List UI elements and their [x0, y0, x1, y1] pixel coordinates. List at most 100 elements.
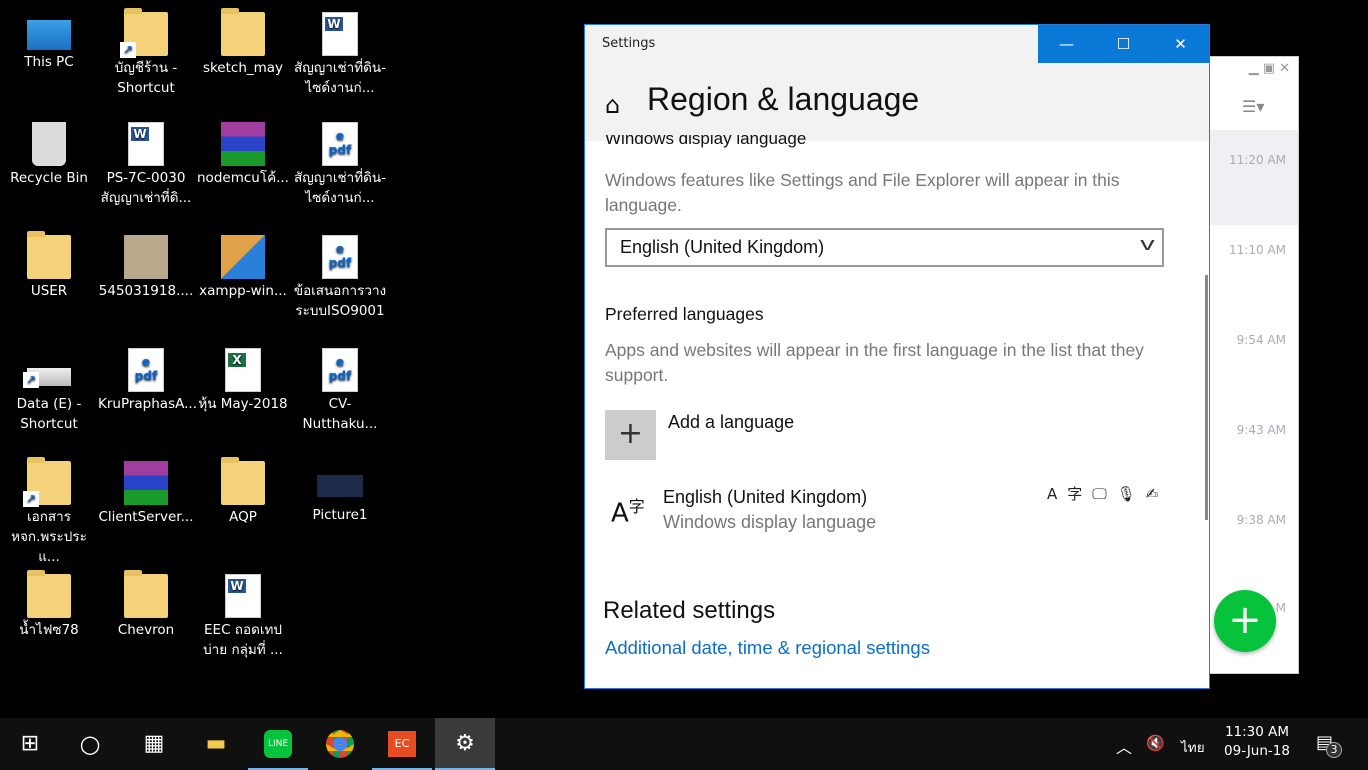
line-icon[interactable]: LINE — [248, 718, 308, 770]
start-button[interactable]: ⊞ — [0, 718, 60, 770]
language-name: English (United Kingdom) — [663, 487, 868, 507]
display-language-dropdown[interactable]: English (United Kingdom) v — [605, 228, 1164, 267]
display-language-heading: Windows display language — [605, 135, 807, 148]
scrollbar[interactable] — [1205, 275, 1208, 520]
volume-muted-icon[interactable]: 🔇 — [1146, 734, 1165, 752]
desktop-icon-label: Picture1 — [312, 507, 368, 523]
settings-taskbar-icon[interactable]: ⚙ — [435, 718, 495, 770]
additional-settings-link[interactable]: Additional date, time & regional setting… — [605, 637, 930, 659]
line-window-controls[interactable]: ▁ ▣ ✕ — [1249, 61, 1290, 76]
pdf-icon: e pdf — [322, 235, 358, 279]
desktop-icon[interactable]: Chevron — [98, 570, 194, 640]
desktop-icon[interactable]: ↗ บัญชีร้าน - Shortcut — [98, 8, 194, 98]
window-title: Settings — [602, 36, 656, 51]
preferred-languages-desc: Apps and websites will appear in the fir… — [605, 340, 1144, 385]
folder-shortcut-icon: ↗ — [23, 457, 71, 507]
desktop-icon[interactable]: e pdf CV-Nutthaku... — [292, 348, 388, 434]
chat-time: 9:54 AM — [1236, 333, 1286, 347]
dropdown-value: English (United Kingdom) — [620, 237, 825, 257]
desktop-icon[interactable]: 545031918.... — [98, 235, 194, 301]
line-app-window[interactable]: ▁ ▣ ✕ ☰▾ 11:20 AM 11:10 AM 9:54 AM 9:43 … — [1209, 56, 1299, 674]
desktop-icon-label: USER — [30, 283, 68, 299]
maximize-button[interactable]: ☐ — [1095, 25, 1152, 63]
chat-time: 11:10 AM — [1229, 243, 1286, 257]
word-icon: W — [225, 574, 261, 618]
desktop-icon[interactable]: ClientServer... — [98, 461, 194, 527]
close-button[interactable]: ✕ — [1152, 25, 1209, 63]
desktop-icon-label: EEC ถอดเทปบ่าย กลุ่มที่ ... — [203, 622, 283, 658]
folder-shortcut-icon: ↗ — [120, 8, 168, 58]
desktop-icon[interactable]: ↗ Data (E) - Shortcut — [1, 348, 97, 434]
show-hidden-icons[interactable]: ︿ — [1116, 734, 1132, 758]
language-pack-icon: A字 — [1047, 485, 1093, 503]
file-explorer-icon[interactable]: ▬ — [186, 718, 246, 770]
chrome-icon[interactable] — [310, 718, 370, 770]
settings-window: Settings — ☐ ✕ ⌂ Region & language Windo… — [584, 24, 1210, 689]
chat-time: 9:38 AM — [1236, 513, 1286, 527]
bin-icon — [32, 122, 66, 166]
taskbar: ⊞ ○ ▦ ▬ LINE EC ⚙ ︿ 🔇 ไทย 11:30 AM 09-Jun… — [0, 718, 1368, 770]
chat-time: 9:43 AM — [1236, 423, 1286, 437]
desktop-icon[interactable]: xampp-win... — [195, 235, 291, 301]
desktop-icon-label: หุ้น May-2018 — [198, 396, 288, 412]
folder-icon — [221, 8, 265, 56]
desktop-icon[interactable]: W สัญญาเช่าที่ดิน-ไซด์งานก่... — [292, 12, 388, 98]
pdf-icon: e pdf — [322, 348, 358, 392]
desktop-icon[interactable]: X หุ้น May-2018 — [195, 348, 291, 414]
cortana-button[interactable]: ○ — [60, 718, 120, 770]
folder-icon — [27, 570, 71, 618]
desktop-icon[interactable]: nodemcuโค้... — [195, 122, 291, 188]
desktop-icon-label: ข้อเสนอการวางระบบISO9001 — [293, 283, 387, 319]
display-icon: 🖵 — [1092, 485, 1117, 503]
chat-time: M — [1275, 601, 1286, 615]
desktop-icon-label: KruPraphasA... — [98, 396, 197, 412]
desktop-icon[interactable]: ↗ เอกสาร หจก.พระประแ... — [1, 457, 97, 567]
minimize-button[interactable]: — — [1038, 25, 1095, 63]
desktop-icon[interactable]: This PC — [1, 12, 97, 72]
calculator-icon[interactable]: ▦ — [124, 718, 184, 770]
pc-icon — [27, 20, 71, 50]
desktop-icon-label: nodemcuโค้... — [197, 170, 289, 186]
input-language[interactable]: ไทย — [1181, 736, 1205, 758]
desktop-icon[interactable]: Picture1 — [292, 461, 388, 525]
add-chat-button[interactable]: + — [1214, 590, 1276, 652]
chevron-down-icon: v — [1140, 234, 1155, 254]
desktop-icon[interactable]: น้ำไฟซ78 — [1, 570, 97, 640]
desktop-icon[interactable]: W EEC ถอดเทปบ่าย กลุ่มที่ ... — [195, 574, 291, 660]
desktop-icon-label: เอกสาร หจก.พระประแ... — [11, 509, 87, 565]
desktop-icon-label: สัญญาเช่าที่ดิน-ไซด์งานก่... — [294, 170, 386, 206]
desktop-icon-label: CV-Nutthaku... — [302, 396, 378, 432]
home-icon[interactable]: ⌂ — [605, 91, 620, 119]
desktop-icon[interactable]: sketch_may — [195, 8, 291, 78]
excel-icon: X — [225, 348, 261, 392]
desktop-icon[interactable]: USER — [1, 231, 97, 301]
desktop-icon[interactable]: e pdf KruPraphasA... — [98, 348, 197, 414]
desktop-icon-label: บัญชีร้าน - Shortcut — [114, 60, 178, 96]
rar-icon — [124, 461, 168, 505]
pdf-icon: e pdf — [322, 122, 358, 166]
app-icon[interactable]: EC — [372, 718, 432, 770]
language-icon: A字 — [611, 497, 645, 529]
add-language-button[interactable]: + — [605, 410, 656, 460]
desktop-icon[interactable]: W PS-7C-0030 สัญญาเช่าที่ดิ... — [98, 122, 194, 208]
desktop-icon[interactable]: Recycle Bin — [1, 122, 97, 188]
picture-icon — [317, 475, 363, 497]
related-settings-heading: Related settings — [603, 597, 776, 624]
add-language-label[interactable]: Add a language — [668, 412, 794, 433]
desktop-icon[interactable]: e pdf ข้อเสนอการวางระบบISO9001 — [292, 235, 388, 321]
folder-icon — [124, 570, 168, 618]
desktop-icon-label: น้ำไฟซ78 — [19, 622, 79, 638]
desktop-icon-label: Chevron — [117, 622, 175, 638]
menu-icon[interactable]: ☰▾ — [1242, 97, 1264, 116]
desktop-icon[interactable]: AQP — [195, 457, 291, 527]
desktop-icon-label: สัญญาเช่าที่ดิน-ไซด์งานก่... — [294, 60, 386, 96]
desktop-icon-label: AQP — [229, 509, 257, 525]
clock[interactable]: 11:30 AM 09-Jun-18 — [1222, 724, 1292, 759]
action-center-icon[interactable]: ▤ 3 — [1316, 732, 1342, 758]
handwriting-icon: ✍ — [1145, 485, 1169, 503]
notification-badge: 3 — [1326, 742, 1342, 758]
clock-date: 09-Jun-18 — [1224, 743, 1290, 759]
desktop-icon[interactable]: e pdf สัญญาเช่าที่ดิน-ไซด์งานก่... — [292, 122, 388, 208]
desktop-icon-label: sketch_may — [202, 60, 284, 76]
preferred-languages-heading: Preferred languages — [605, 304, 764, 324]
